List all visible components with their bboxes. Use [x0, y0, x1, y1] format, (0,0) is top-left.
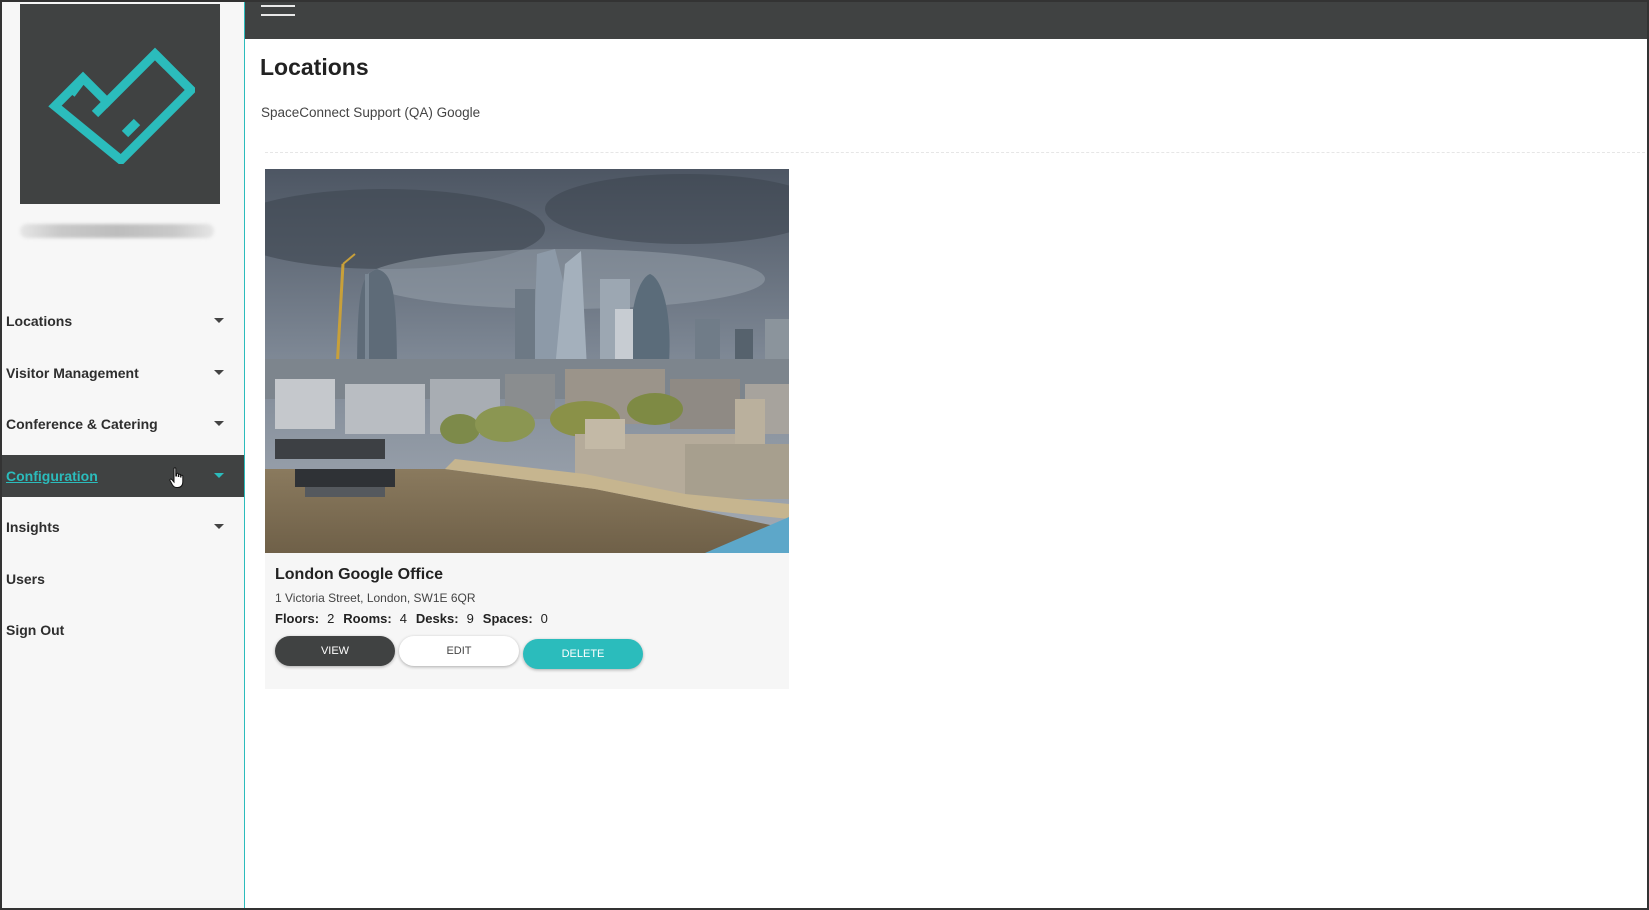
sidebar-item-label: Insights [6, 519, 60, 535]
page-title: Locations [260, 54, 369, 80]
sidebar-item-label: Configuration [6, 467, 98, 484]
edit-button[interactable]: EDIT [399, 636, 519, 666]
sidebar-item-locations[interactable]: Locations [2, 300, 244, 342]
sidebar-item-visitor-management[interactable]: Visitor Management [2, 352, 244, 394]
divider [265, 152, 1645, 153]
sidebar-item-insights[interactable]: Insights [2, 506, 244, 548]
sidebar-item-sign-out[interactable]: Sign Out [2, 609, 244, 651]
location-address: 1 Victoria Street, London, SW1E 6QR [275, 591, 476, 605]
sidebar-item-label: Users [6, 570, 45, 587]
sidebar-item-conference-catering[interactable]: Conference & Catering [2, 403, 244, 445]
logo-icon [48, 47, 195, 164]
stat-desks: Desks: 9 [415, 611, 474, 626]
sidebar-item-label: Conference & Catering [6, 416, 158, 432]
caret-down-icon [214, 369, 224, 375]
sidebar: Locations Visitor Management Conference … [2, 2, 245, 908]
caret-down-icon [214, 318, 224, 323]
location-card: London Google Office 1 Victoria Street, … [265, 169, 789, 689]
hand-cursor-icon [169, 466, 184, 488]
caret-down-icon [214, 524, 224, 529]
user-name-redacted [20, 224, 214, 238]
sidebar-item-label: Visitor Management [6, 364, 139, 381]
top-bar [245, 2, 1647, 39]
sidebar-item-label: Sign Out [6, 622, 65, 638]
caret-down-icon [214, 421, 224, 426]
sidebar-item-label: Locations [6, 313, 73, 329]
location-stats: Floors: 2 Rooms: 4 Desks: 9 Spaces: 0 [275, 611, 557, 626]
hamburger-icon[interactable] [261, 2, 295, 22]
location-title: London Google Office [275, 566, 443, 583]
city-skyline-image [265, 169, 789, 553]
stat-floors: Floors: 2 [275, 611, 335, 626]
location-image [265, 169, 789, 553]
delete-button[interactable]: DELETE [523, 639, 643, 669]
sidebar-nav: Locations Visitor Management Conference … [2, 300, 244, 661]
stat-rooms: Rooms: 4 [343, 611, 407, 626]
caret-down-icon [214, 472, 224, 478]
stat-spaces: Spaces: 0 [482, 611, 548, 626]
logo[interactable] [20, 4, 220, 204]
page-subtitle: SpaceConnect Support (QA) Google [261, 105, 481, 120]
view-button[interactable]: VIEW [275, 636, 395, 666]
sidebar-item-configuration[interactable]: Configuration [2, 454, 244, 497]
app-frame [0, 0, 1649, 910]
sidebar-item-users[interactable]: Users [2, 558, 244, 600]
